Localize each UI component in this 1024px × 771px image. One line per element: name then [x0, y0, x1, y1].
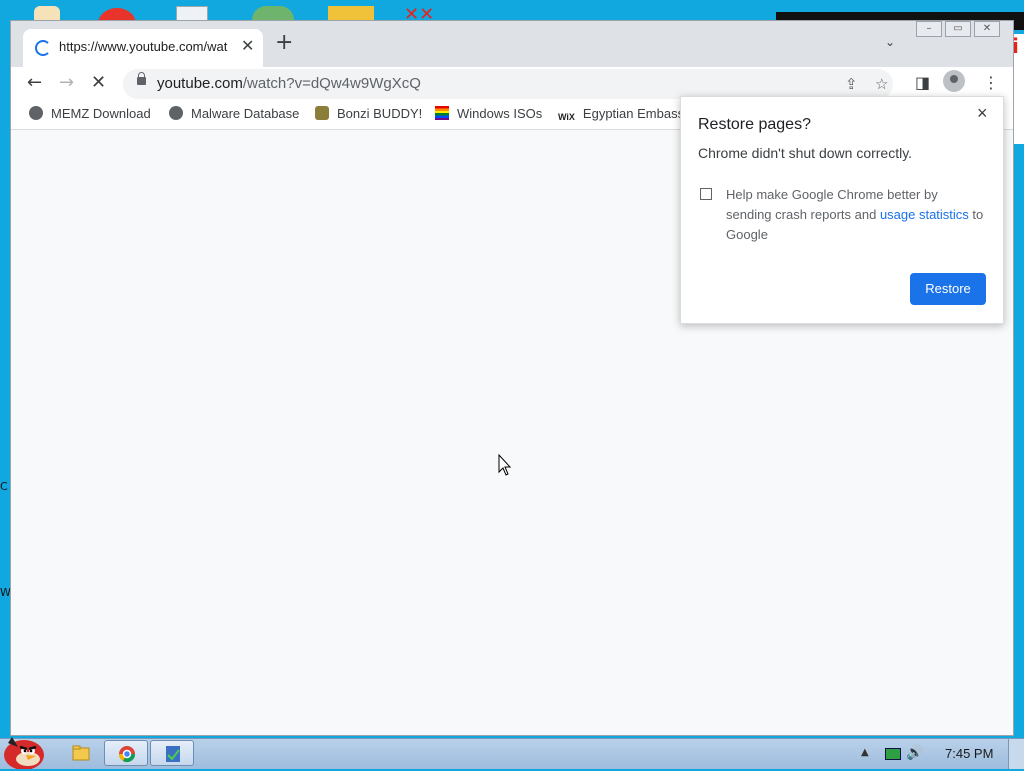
loading-spinner-icon — [35, 40, 51, 56]
task-manager-icon — [166, 746, 180, 762]
menu-kebab-icon[interactable]: ⋮ — [983, 73, 999, 92]
lock-icon[interactable] — [137, 72, 146, 85]
taskbar: ▲ 🔊 7:45 PM — [0, 737, 1024, 769]
minimize-button[interactable]: – — [916, 21, 942, 37]
taskbar-explorer-button[interactable] — [58, 740, 102, 766]
rainbow-flag-icon — [435, 106, 449, 120]
folder-icon — [72, 745, 90, 761]
volume-icon[interactable]: 🔊 — [906, 745, 923, 761]
bookmark-memz[interactable]: MEMZ Download — [29, 106, 151, 121]
desktop-text-glimpse: C — [0, 480, 8, 493]
address-bar[interactable]: youtube.com/watch?v=dQw4w9WgXcQ ⇪ ☆ — [123, 69, 893, 99]
profile-avatar[interactable] — [943, 70, 965, 92]
share-icon[interactable]: ⇪ — [845, 75, 858, 93]
tab-title: https://www.youtube.com/wat — [59, 39, 228, 54]
url-path: /watch?v=dQw4w9WgXcQ — [242, 75, 421, 92]
url-host: youtube.com — [157, 75, 243, 92]
maximize-button[interactable]: ▭ — [945, 21, 971, 37]
close-window-button[interactable]: ✕ — [974, 21, 1000, 37]
mouse-cursor-icon — [498, 454, 512, 476]
tab-search-chevron-icon[interactable]: ⌄ — [885, 35, 895, 49]
url-text[interactable]: youtube.com/watch?v=dQw4w9WgXcQ — [157, 75, 421, 92]
bookmark-label: Bonzi BUDDY! — [337, 106, 423, 121]
network-icon[interactable] — [885, 748, 901, 760]
bookmark-label: Egyptian Embassy — [582, 106, 691, 121]
forward-button[interactable]: → — [59, 72, 74, 93]
globe-icon — [169, 106, 183, 120]
window-controls: – ▭ ✕ — [916, 21, 1003, 39]
bookmark-bonzi[interactable]: Bonzi BUDDY! — [315, 106, 422, 121]
tab-youtube[interactable]: https://www.youtube.com/wat ✕ — [23, 29, 263, 67]
stop-loading-button[interactable]: ✕ — [91, 72, 106, 93]
tab-strip: https://www.youtube.com/wat ✕ + ⌄ – ▭ ✕ — [11, 21, 1013, 67]
bookmark-egyptian-embassy[interactable]: WiX Egyptian Embassy — [558, 106, 691, 126]
tab-close-icon[interactable]: ✕ — [241, 36, 254, 55]
bookmark-star-icon[interactable]: ☆ — [875, 75, 888, 93]
show-desktop-button[interactable] — [1008, 739, 1024, 769]
dialog-message: Chrome didn't shut down correctly. — [698, 145, 913, 161]
globe-icon — [29, 106, 43, 120]
bookmark-label: MEMZ Download — [51, 106, 151, 121]
restore-button[interactable]: Restore — [910, 273, 986, 305]
taskbar-chrome-button[interactable] — [104, 740, 148, 766]
bonzi-icon — [315, 106, 329, 120]
taskbar-clock[interactable]: 7:45 PM — [945, 746, 993, 761]
side-panel-icon[interactable]: ◨ — [915, 73, 930, 92]
new-tab-button[interactable]: + — [275, 32, 293, 54]
bookmark-label: Windows ISOs — [457, 106, 543, 121]
bookmark-windows-isos[interactable]: Windows ISOs — [435, 106, 542, 121]
back-button[interactable]: ← — [27, 72, 42, 93]
bookmark-malware-database[interactable]: Malware Database — [169, 106, 299, 121]
usage-statistics-link[interactable]: usage statistics — [880, 207, 969, 222]
taskbar-app-button[interactable] — [150, 740, 194, 766]
checkbox-label: Help make Google Chrome better by sendin… — [726, 185, 986, 245]
restore-pages-dialog: Restore pages? × Chrome didn't shut down… — [680, 96, 1004, 324]
chrome-icon — [118, 746, 136, 763]
show-hidden-icons-icon[interactable]: ▲ — [861, 747, 869, 758]
dialog-title: Restore pages? — [698, 116, 811, 133]
bookmark-label: Malware Database — [191, 106, 300, 121]
crash-report-checkbox[interactable] — [700, 188, 712, 200]
wix-icon: WiX — [558, 112, 575, 122]
dialog-close-icon[interactable]: × — [977, 103, 988, 124]
angry-bird-start-icon[interactable] — [0, 731, 48, 769]
